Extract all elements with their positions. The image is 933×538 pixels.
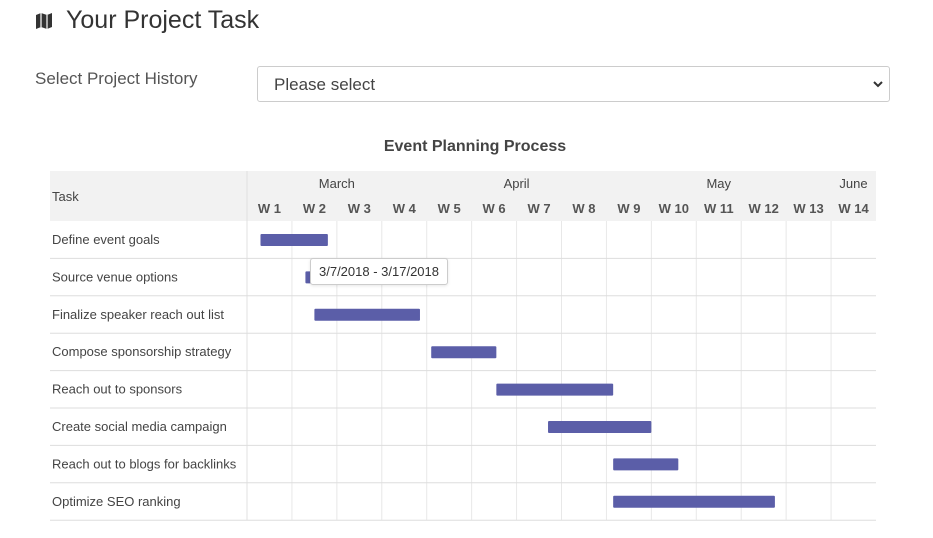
week-label: W 11 — [704, 201, 734, 216]
chart-title: Event Planning Process — [384, 138, 566, 155]
task-bar[interactable] — [260, 234, 328, 246]
task-name: Optimize SEO ranking — [52, 494, 181, 509]
task-name: Define event goals — [52, 232, 160, 247]
task-name: Reach out to sponsors — [52, 382, 183, 397]
gantt-chart-container: Event Planning Process Task March April May J… — [0, 0, 933, 538]
task-name: Compose sponsorship strategy — [52, 344, 232, 359]
task-name: Finalize speaker reach out list — [52, 307, 224, 322]
task-name: Source venue options — [52, 269, 178, 284]
week-label: W 1 — [258, 201, 281, 216]
week-label: W 12 — [749, 201, 779, 216]
week-label: W 3 — [348, 201, 371, 216]
task-name: Reach out to blogs for backlinks — [52, 456, 237, 471]
task-bar[interactable] — [548, 421, 652, 433]
month-label: May — [706, 176, 731, 191]
task-bar[interactable] — [613, 458, 679, 471]
week-label: W 7 — [527, 201, 550, 216]
task-bar[interactable] — [431, 346, 497, 359]
bar-tooltip: 3/7/2018 - 3/17/2018 — [310, 258, 448, 285]
task-column-header: Task — [52, 189, 79, 204]
task-bar[interactable] — [314, 308, 420, 321]
month-label: April — [504, 176, 530, 191]
month-label: March — [319, 176, 355, 191]
task-name: Create social media campaign — [52, 419, 227, 434]
week-label: W 6 — [483, 201, 506, 216]
week-label: W 4 — [393, 201, 417, 216]
week-label: W 9 — [617, 201, 640, 216]
week-label: W 13 — [793, 201, 823, 216]
week-label: W 8 — [572, 201, 595, 216]
gantt-chart: Event Planning Process Task March April May J… — [50, 138, 876, 521]
week-label: W 2 — [303, 201, 326, 216]
task-bar[interactable] — [613, 495, 775, 508]
week-label: W 5 — [438, 201, 461, 216]
month-label: June — [839, 176, 867, 191]
week-label: W 14 — [838, 201, 869, 216]
task-bar[interactable] — [496, 383, 614, 396]
week-label: W 10 — [659, 201, 689, 216]
